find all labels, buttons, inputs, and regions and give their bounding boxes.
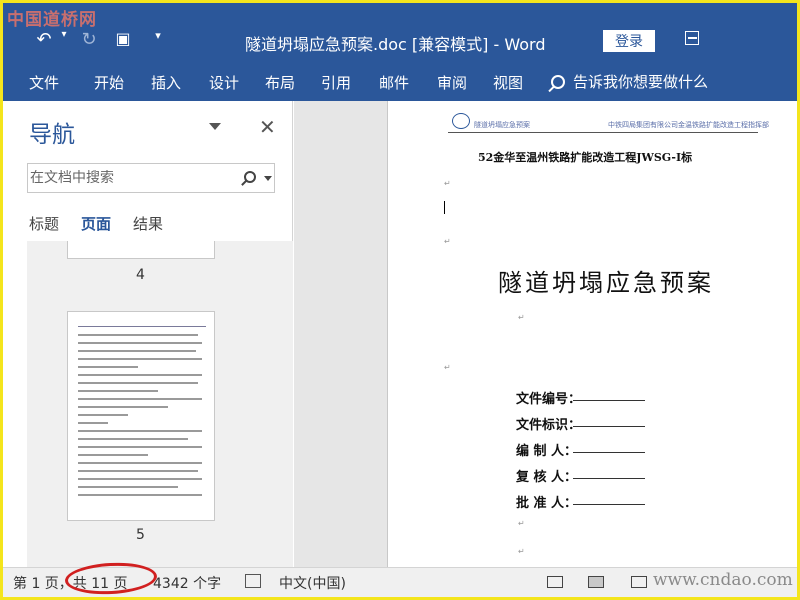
thumbnail-text-line	[78, 446, 202, 448]
tab-mailings[interactable]: 邮件	[379, 72, 409, 93]
login-button[interactable]: 登录	[603, 30, 655, 52]
paragraph-mark-icon: ↵	[518, 547, 525, 556]
nav-tab-results[interactable]: 结果	[133, 213, 163, 234]
search-options-caret-icon[interactable]	[264, 176, 272, 181]
tell-me-box[interactable]: 告诉我你想要做什么	[551, 71, 708, 92]
field-underline	[573, 400, 645, 401]
thumbnail-text-line	[78, 478, 202, 480]
nav-pane-title: 导航	[29, 122, 75, 148]
thumbnail-text-line	[78, 486, 178, 488]
thumbnail-text-line	[78, 414, 128, 416]
project-line: 52金华至温州铁路扩能改造工程JWSG-I标	[478, 151, 693, 164]
thumbnail-text-line	[78, 366, 138, 368]
web-layout-icon[interactable]	[631, 576, 647, 588]
thumbnail-text-line	[78, 454, 148, 456]
tab-insert[interactable]: 插入	[151, 72, 181, 93]
tab-design[interactable]: 设计	[209, 72, 239, 93]
language-indicator[interactable]: 中文(中国)	[279, 573, 346, 593]
read-mode-icon[interactable]	[547, 576, 563, 588]
document-area: 隧道坍塌应急预案 中铁四局集团有限公司金温铁路扩能改造工程指挥部 52金华至温州…	[294, 101, 797, 567]
header-right-text: 中铁四局集团有限公司金温铁路扩能改造工程指挥部	[608, 121, 769, 129]
field-underline	[573, 426, 645, 427]
thumbnail-text-line	[78, 382, 198, 384]
thumbnail-text-line	[78, 342, 202, 344]
search-icon[interactable]	[244, 171, 256, 183]
thumbnail-text-line	[78, 430, 202, 432]
header-left-text: 隧道坍塌应急预案	[474, 121, 530, 129]
document-title: 隧道坍塌应急预案.doc [兼容模式] - Word	[245, 35, 546, 54]
field-underline	[573, 478, 645, 479]
field-prepared-by: 编 制 人：	[516, 444, 578, 459]
field-reviewed-by: 复 核 人：	[516, 470, 578, 485]
customize-toolbar-icon[interactable]: ▾	[151, 29, 165, 42]
field-underline	[573, 504, 645, 505]
ribbon-tabs: 文件 开始 插入 设计 布局 引用 邮件 审阅 视图 告诉我你想要做什么	[3, 63, 797, 101]
nav-tab-headings[interactable]: 标题	[29, 213, 59, 234]
nav-search-box	[27, 163, 275, 193]
tab-review[interactable]: 审阅	[437, 72, 467, 93]
document-main-title: 隧道坍塌应急预案	[498, 269, 714, 297]
field-document-id: 文件标识：	[516, 418, 582, 433]
tab-layout[interactable]: 布局	[265, 72, 295, 93]
thumbnail-text-line	[78, 422, 108, 424]
search-icon	[551, 74, 565, 89]
field-document-number: 文件编号：	[516, 392, 582, 407]
app-window: 中国道桥网 ↶ ▾ ↻ ▣ ▾ 隧道坍塌应急预案.doc [兼容模式] - Wo…	[0, 0, 800, 600]
paragraph-mark-icon: ↵	[518, 313, 525, 322]
thumbnail-text-line	[78, 494, 202, 496]
redo-icon[interactable]: ↻	[79, 29, 99, 50]
watermark-bottom: www.cndao.com	[653, 570, 793, 590]
close-icon[interactable]: ✕	[259, 115, 276, 139]
title-bar: 中国道桥网 ↶ ▾ ↻ ▣ ▾ 隧道坍塌应急预案.doc [兼容模式] - Wo…	[3, 3, 797, 63]
field-approved-by: 批 准 人：	[516, 496, 578, 511]
thumbnail-text-line	[78, 334, 198, 336]
nav-tabs: 标题 页面 结果	[29, 213, 163, 234]
watermark-top: 中国道桥网	[7, 10, 97, 30]
paragraph-mark-icon: ↵	[444, 179, 451, 188]
thumbnail-text-line	[78, 374, 202, 376]
nav-search-input[interactable]	[28, 170, 228, 186]
field-underline	[573, 452, 645, 453]
thumbnail-text-line	[78, 406, 168, 408]
page-number-5: 5	[136, 527, 145, 543]
paragraph-mark-icon: ↵	[444, 237, 451, 246]
company-logo-icon	[452, 113, 470, 129]
page-thumbnails: 4 5	[27, 241, 293, 567]
page-thumbnail-5[interactable]	[67, 311, 215, 521]
nav-tab-pages[interactable]: 页面	[81, 213, 111, 234]
thumbnail-text-line	[78, 350, 196, 352]
tab-references[interactable]: 引用	[321, 72, 351, 93]
page-thumbnail-4[interactable]	[67, 241, 215, 259]
chevron-down-icon[interactable]	[209, 123, 221, 130]
document-page[interactable]: 隧道坍塌应急预案 中铁四局集团有限公司金温铁路扩能改造工程指挥部 52金华至温州…	[387, 101, 797, 567]
page-header: 隧道坍塌应急预案 中铁四局集团有限公司金温铁路扩能改造工程指挥部	[448, 113, 769, 133]
paragraph-mark-icon: ↵	[518, 519, 525, 528]
word-count[interactable]: 4342 个字	[153, 573, 221, 593]
thumbnail-text-line	[78, 462, 202, 464]
tell-me-label: 告诉我你想要做什么	[573, 73, 709, 91]
proofing-icon[interactable]	[245, 574, 261, 588]
undo-dropdown-icon[interactable]: ▾	[58, 29, 70, 40]
thumbnail-text-line	[78, 358, 202, 360]
ribbon-display-options-icon[interactable]	[685, 31, 699, 45]
thumbnail-text-line	[78, 398, 202, 400]
thumbnail-text-line	[78, 438, 188, 440]
paragraph-mark-icon: ↵	[444, 363, 451, 372]
navigation-pane: 导航 ✕ 标题 页面 结果 4	[3, 101, 293, 567]
print-layout-icon[interactable]	[588, 576, 604, 588]
text-cursor	[444, 201, 445, 214]
thumbnail-text-line	[78, 390, 158, 392]
undo-icon[interactable]: ↶	[33, 29, 55, 50]
save-icon[interactable]: ▣	[113, 29, 133, 48]
page-number-4: 4	[136, 267, 145, 283]
tab-home[interactable]: 开始	[94, 72, 124, 93]
thumbnail-text-line	[78, 470, 198, 472]
thumbnail-header-line	[78, 322, 206, 327]
tab-view[interactable]: 视图	[493, 72, 523, 93]
tab-file[interactable]: 文件	[29, 72, 59, 93]
